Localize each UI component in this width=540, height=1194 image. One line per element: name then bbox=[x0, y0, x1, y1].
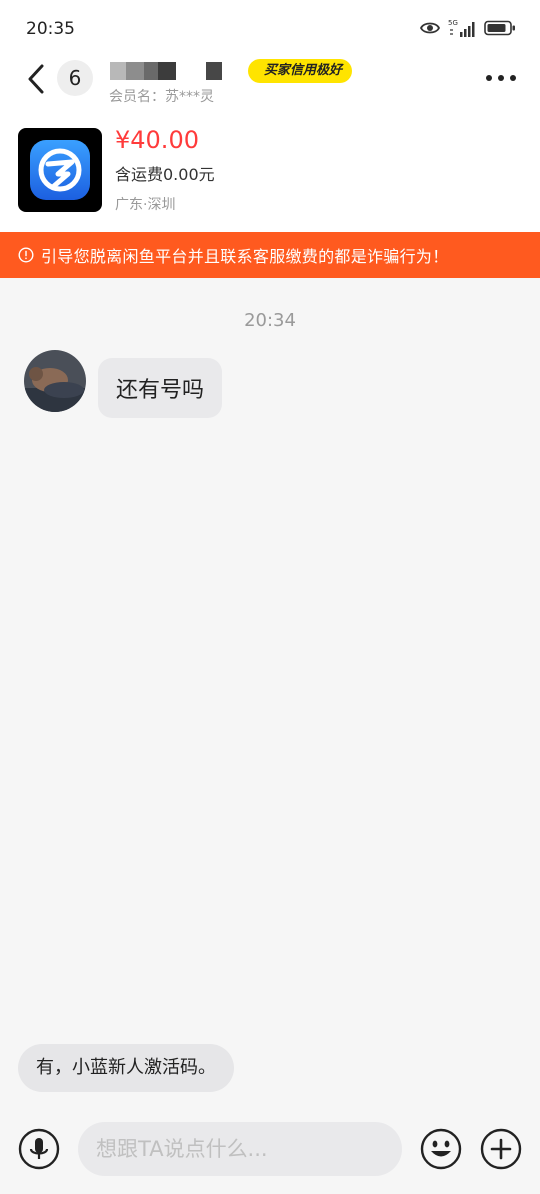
masked-username bbox=[110, 62, 268, 80]
warning-text: 引导您脱离闲鱼平台并且联系客服缴费的都是诈骗行为！ bbox=[41, 247, 449, 266]
message-row: 还有号吗 bbox=[24, 350, 223, 418]
status-icons: 5G bbox=[420, 18, 516, 38]
product-card[interactable]: ¥40.00 含运费0.00元 广东·深圳 bbox=[0, 120, 540, 228]
buyer-credit-badge: 买家信用极好 bbox=[248, 59, 353, 83]
quick-reply-chip[interactable]: 有，小蓝新人激活码。 bbox=[18, 1044, 234, 1092]
product-thumbnail[interactable] bbox=[18, 128, 102, 212]
input-bar bbox=[0, 1110, 540, 1194]
product-shipping: 含运费0.00元 bbox=[115, 165, 215, 184]
product-location: 广东·深圳 bbox=[115, 197, 176, 213]
plus-icon[interactable] bbox=[480, 1128, 522, 1170]
unread-count-badge: 6 bbox=[57, 60, 93, 96]
battery-icon bbox=[484, 20, 515, 36]
more-dots-icon[interactable] bbox=[484, 66, 518, 90]
message-bubble[interactable]: 还有号吗 bbox=[98, 358, 223, 418]
avatar[interactable] bbox=[24, 350, 86, 412]
message-input[interactable] bbox=[78, 1122, 402, 1176]
fraud-warning-banner: 引导您脱离闲鱼平台并且联系客服缴费的都是诈骗行为！ bbox=[0, 232, 540, 278]
message-timestamp: 20:34 bbox=[244, 310, 296, 331]
status-time: 20:35 bbox=[26, 19, 75, 39]
chat-header: 6 买家信用极好 会员名：苏***灵 bbox=[0, 56, 540, 112]
emoji-icon[interactable] bbox=[420, 1128, 462, 1170]
signal-5g-icon: 5G bbox=[448, 19, 475, 37]
network-label: 5G bbox=[448, 19, 458, 27]
product-price: ¥40.00 bbox=[115, 126, 199, 154]
alert-circle-icon bbox=[18, 247, 34, 263]
status-bar: 20:35 5G bbox=[0, 0, 540, 56]
back-arrow-icon[interactable] bbox=[22, 62, 50, 96]
microphone-icon[interactable] bbox=[18, 1128, 60, 1170]
member-name: 会员名：苏***灵 bbox=[109, 89, 214, 105]
eye-icon bbox=[420, 22, 440, 34]
app-logo-icon bbox=[30, 140, 90, 200]
